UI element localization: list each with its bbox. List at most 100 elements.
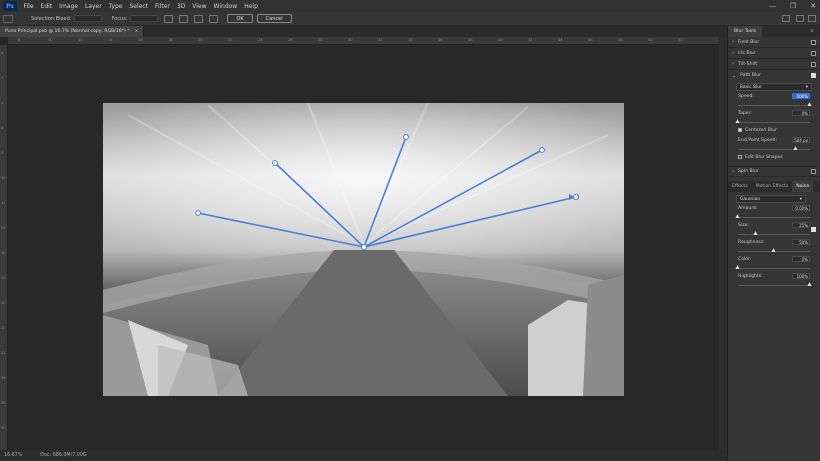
share-icon[interactable]	[808, 15, 816, 22]
close-icon[interactable]: ✕	[810, 2, 816, 10]
section-path-blur[interactable]: ⌄ Path Blur	[728, 70, 820, 81]
path-blur-mode-select[interactable]: Basic Blur ▾	[736, 83, 812, 91]
blur-pin-handle[interactable]	[572, 193, 580, 201]
document-tab[interactable]: Puno Principal.psb @ 16.7% (Normal copy,…	[0, 26, 145, 37]
restore-icon[interactable]: ❐	[790, 2, 796, 10]
ruler-tick-label: 24	[1, 351, 6, 355]
blur-pin-handle[interactable]	[539, 147, 545, 153]
spin-blur-checkbox[interactable]	[811, 169, 816, 174]
menu-3d[interactable]: 3D	[173, 3, 188, 10]
menu-window[interactable]: Window	[210, 3, 241, 10]
centered-blur-row[interactable]: Centered Blur	[728, 125, 820, 135]
chevron-down-icon: ⌄	[732, 72, 737, 79]
iris-blur-checkbox[interactable]	[811, 50, 816, 56]
tab-motion-effects[interactable]: Motion Effects	[752, 181, 793, 192]
highlights-row: Highlights: 100%	[728, 271, 820, 282]
size-value[interactable]: 25%	[792, 222, 810, 228]
roughness-value[interactable]: 50%	[792, 239, 810, 245]
menu-type[interactable]: Type	[105, 3, 126, 10]
section-label: Field Blur	[738, 39, 760, 45]
slider-knob[interactable]	[753, 231, 758, 235]
blur-pin-handle[interactable]	[272, 160, 278, 166]
noise-type-value: Gaussian	[740, 196, 761, 202]
tool-preset-icon[interactable]	[3, 14, 13, 23]
ruler-tick-label: 32	[378, 38, 383, 42]
search-icon[interactable]	[782, 15, 790, 22]
tab-noise[interactable]: Noise	[792, 181, 814, 192]
slider-knob[interactable]	[807, 282, 812, 286]
blur-pin-handle[interactable]	[195, 210, 201, 216]
blur-pin-handle[interactable]	[403, 134, 409, 140]
options-bar: Selection Bleed: Focus: OK Cancel	[0, 12, 820, 26]
menu-view[interactable]: View	[189, 3, 210, 10]
highlights-slider[interactable]	[738, 282, 812, 288]
menu-edit[interactable]: Edit	[37, 3, 56, 10]
section-iris-blur[interactable]: › Iris Blur	[728, 48, 820, 59]
slider-knob[interactable]	[735, 265, 740, 269]
roughness-row: Roughness: 50%	[728, 237, 820, 248]
end-point-speed-row: End Point Speed: 504 px	[728, 135, 820, 146]
section-field-blur[interactable]: › Field Blur	[728, 37, 820, 48]
workspace-icon[interactable]	[796, 15, 804, 22]
taper-value[interactable]: 0%	[792, 110, 810, 116]
edit-blur-shapes-row[interactable]: Edit Blur Shapes	[728, 152, 820, 162]
color-value[interactable]: 0%	[792, 256, 810, 262]
slider-knob[interactable]	[735, 214, 740, 218]
focus-field[interactable]	[130, 15, 159, 22]
ruler-tick-label: 26	[288, 38, 293, 42]
ok-button[interactable]: OK	[227, 14, 253, 23]
ruler-tick-label: 44	[558, 38, 563, 42]
reset-icon[interactable]	[209, 14, 219, 23]
ruler-tick-label: 2	[1, 76, 4, 80]
path-blur-mode-value: Basic Blur	[740, 84, 762, 90]
blur-pin-handle[interactable]	[360, 243, 368, 251]
slider-knob[interactable]	[735, 119, 740, 123]
highlights-value[interactable]: 100%	[792, 273, 810, 279]
speed-label: Speed:	[738, 94, 754, 99]
path-blur-checkbox[interactable]	[811, 73, 816, 78]
slider-knob[interactable]	[771, 248, 776, 252]
slider-knob[interactable]	[807, 102, 812, 106]
document-tab-close-icon[interactable]: ×	[135, 29, 139, 34]
panel-menu-icon[interactable]: ≡	[804, 26, 820, 37]
effects-subtabs: Effects Motion Effects Noise	[728, 181, 820, 192]
zoom-readout[interactable]: 16.67%	[4, 453, 22, 458]
cancel-button[interactable]: Cancel	[256, 14, 292, 23]
chevron-right-icon: ›	[732, 61, 734, 67]
save-mask-icon[interactable]	[164, 14, 174, 23]
end-point-speed-slider[interactable]	[738, 146, 810, 152]
menu-image[interactable]: Image	[56, 3, 82, 10]
ruler-tick-label: 4	[1, 101, 4, 105]
menu-file[interactable]: File	[20, 3, 37, 10]
tab-effects[interactable]: Effects	[728, 181, 752, 192]
selection-bleed-field[interactable]	[74, 15, 103, 22]
ruler-tick-label: 6	[1, 126, 4, 130]
edit-blur-shapes-label: Edit Blur Shapes	[745, 154, 783, 160]
menu-select[interactable]: Select	[126, 3, 152, 10]
amount-value[interactable]: 0.00%	[792, 205, 810, 211]
field-blur-checkbox[interactable]	[811, 39, 816, 45]
taper-slider[interactable]	[735, 119, 810, 125]
menu-filter[interactable]: Filter	[152, 3, 174, 10]
section-tilt-shift[interactable]: › Tilt-Shift	[728, 59, 820, 70]
vertical-scrollbar[interactable]	[719, 37, 727, 450]
canvas-area[interactable]	[8, 45, 719, 450]
remove-pins-icon[interactable]	[194, 14, 204, 23]
ruler-tick-label: 30	[348, 38, 353, 42]
noise-type-select[interactable]: Gaussian ▾	[736, 195, 806, 203]
high-quality-icon[interactable]	[179, 14, 189, 23]
menu-layer[interactable]: Layer	[81, 3, 105, 10]
section-spin-blur[interactable]: › Spin Blur	[728, 166, 820, 177]
status-bar: 16.67% Doc: 686.0M/7.00G	[0, 450, 727, 461]
panel-tab-blur-tools[interactable]: Blur Tools	[728, 26, 763, 37]
ruler-tick-label: 22	[228, 38, 233, 42]
speed-value[interactable]: 100%	[792, 93, 810, 99]
ruler-tick-label: 10	[48, 38, 53, 42]
edit-blur-shapes-checkbox[interactable]	[738, 155, 742, 159]
slider-knob[interactable]	[793, 146, 798, 150]
end-point-speed-value[interactable]: 504 px	[792, 137, 810, 143]
tilt-shift-checkbox[interactable]	[811, 61, 816, 67]
centered-blur-checkbox[interactable]	[738, 128, 742, 132]
minimize-icon[interactable]: —	[769, 2, 776, 10]
menu-help[interactable]: Help	[241, 3, 262, 10]
